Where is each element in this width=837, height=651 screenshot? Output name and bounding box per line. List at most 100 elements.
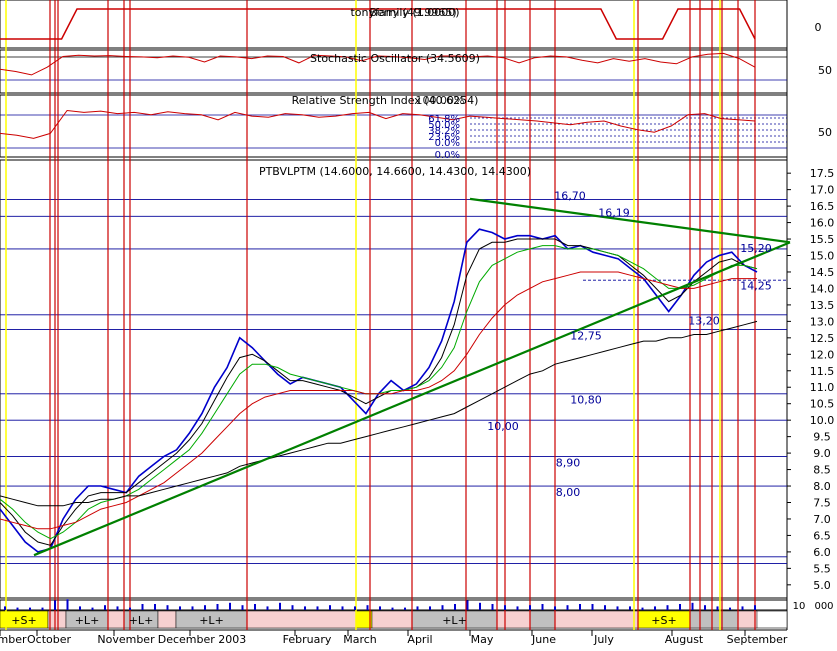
signal-block-1 bbox=[47, 610, 67, 629]
volume-bar-7 bbox=[91, 607, 94, 610]
volume-bar-30 bbox=[379, 606, 381, 610]
volume-bar-17 bbox=[216, 604, 219, 610]
x-tick-1: October bbox=[27, 633, 71, 646]
level-label-1: 16,19 bbox=[598, 206, 630, 219]
price-ytick-11: 10.5 bbox=[810, 398, 835, 411]
volume-bar-54 bbox=[679, 604, 681, 610]
volume-bar-15 bbox=[191, 606, 194, 610]
volume-bar-58 bbox=[729, 607, 731, 610]
level-label-3: 14,25 bbox=[740, 279, 772, 292]
volume-bar-38 bbox=[479, 602, 481, 610]
signal-label-3: +L+ bbox=[199, 614, 224, 627]
price-ytick-0: 5.0 bbox=[813, 579, 831, 592]
price-ytick-2: 6.0 bbox=[813, 546, 831, 559]
price-ytick-19: 14.5 bbox=[810, 266, 835, 279]
volume-bar-31 bbox=[391, 607, 394, 610]
volume-bar-48 bbox=[604, 605, 606, 610]
price-ytick-13: 11.5 bbox=[810, 365, 835, 378]
volume-bar-36 bbox=[454, 604, 456, 610]
price-ytick-10: 10.0 bbox=[810, 414, 835, 427]
volume-bar-21 bbox=[266, 606, 269, 610]
signal-label-2: +L+ bbox=[129, 614, 154, 627]
signal-block-16 bbox=[737, 610, 758, 629]
volume-bar-20 bbox=[254, 604, 256, 610]
volume-bar-3 bbox=[41, 607, 44, 610]
volume-bar-25 bbox=[316, 606, 319, 610]
volume-bar-11 bbox=[141, 604, 144, 610]
price-ytick-18: 14.0 bbox=[810, 282, 835, 295]
volume-bar-47 bbox=[591, 604, 594, 610]
volume-bar-9 bbox=[116, 606, 119, 610]
volume-bar-35 bbox=[441, 605, 444, 610]
level-label-5: 12,75 bbox=[570, 329, 602, 342]
x-tick-9: July bbox=[593, 633, 614, 646]
price-ytick-25: 17.5 bbox=[810, 167, 835, 180]
level-label-0: 16,70 bbox=[554, 190, 586, 203]
fib-label-4: 0.0% bbox=[435, 138, 460, 149]
level-label-2: 15,20 bbox=[740, 242, 772, 255]
chart-root: tonyfamily (1.0000) Berry (49.9965) 0 Stoch… bbox=[0, 0, 837, 647]
price-ytick-15: 12.5 bbox=[810, 332, 835, 345]
volume-bar-10 bbox=[129, 607, 131, 610]
level-label-4: 13,20 bbox=[688, 315, 720, 328]
price-ytick-3: 6.5 bbox=[813, 529, 831, 542]
volume-bar-50 bbox=[629, 606, 631, 610]
x-tick-11: September bbox=[727, 633, 788, 646]
price-ytick-7: 8.5 bbox=[813, 464, 831, 477]
x-tick-6: April bbox=[407, 633, 432, 646]
signal-block-15 bbox=[689, 610, 739, 629]
x-tick-3: December 2003 bbox=[158, 633, 247, 646]
volume-bar-37 bbox=[466, 600, 469, 610]
price-ytick-4: 7.0 bbox=[813, 513, 831, 526]
price-ytick-1: 5.5 bbox=[813, 562, 831, 575]
volume-bar-40 bbox=[504, 605, 506, 610]
volume-ytick-1: 000 bbox=[814, 601, 833, 612]
volume-bar-32 bbox=[404, 607, 406, 610]
volume-bar-44 bbox=[554, 606, 556, 610]
volume-bar-51 bbox=[641, 607, 644, 610]
signal-block-13 bbox=[554, 610, 639, 629]
price-ytick-21: 15.5 bbox=[810, 233, 835, 246]
volume-bar-39 bbox=[491, 604, 494, 610]
signal-block-7 bbox=[246, 610, 357, 629]
volume-bar-42 bbox=[529, 605, 531, 610]
level-label-6: 10,80 bbox=[570, 394, 602, 407]
volume-bar-29 bbox=[366, 605, 369, 610]
signal-label-4: +L+ bbox=[442, 614, 467, 627]
volume-bar-49 bbox=[616, 606, 619, 610]
level-label-9: 8,00 bbox=[556, 486, 581, 499]
signal-block-9 bbox=[371, 610, 413, 629]
volume-bar-14 bbox=[179, 606, 181, 610]
volume-bar-43 bbox=[541, 604, 544, 610]
price-ytick-12: 11.0 bbox=[810, 381, 835, 394]
price-ytick-22: 16.0 bbox=[810, 217, 835, 230]
stock-chart: tonyfamily (1.0000)Berry (49.9965)0Stoch… bbox=[0, 0, 835, 646]
signal-label-1: +L+ bbox=[75, 614, 100, 627]
volume-bar-23 bbox=[291, 605, 294, 610]
x-tick-7: May bbox=[471, 633, 494, 646]
volume-bar-16 bbox=[204, 605, 206, 610]
volume-bar-46 bbox=[579, 604, 581, 610]
signal-label-0: +S+ bbox=[11, 614, 36, 627]
volume-bar-56 bbox=[704, 605, 706, 610]
volume-bar-5 bbox=[66, 599, 69, 610]
signal-block-3 bbox=[107, 610, 125, 629]
volume-bar-0 bbox=[4, 606, 6, 610]
stoch-title: Stochastic Oscillator (34.5609) bbox=[310, 52, 480, 65]
x-tick-2: November bbox=[97, 633, 155, 646]
price-title: PTBVLPTM (14.6000, 14.6600, 14.4300, 14.… bbox=[259, 165, 531, 178]
level-label-7: 10,00 bbox=[487, 420, 519, 433]
volume-bar-19 bbox=[241, 605, 244, 610]
volume-bar-57 bbox=[716, 606, 719, 610]
price-ytick-20: 15.0 bbox=[810, 250, 835, 263]
volume-bar-26 bbox=[329, 605, 331, 610]
volume-bar-59 bbox=[741, 606, 744, 610]
volume-bar-52 bbox=[654, 606, 656, 610]
volume-bar-18 bbox=[229, 602, 231, 610]
signal-block-12 bbox=[529, 610, 556, 629]
fib-label-zero: 0.0% bbox=[435, 150, 460, 161]
x-tick-4: February bbox=[283, 633, 332, 646]
x-tick-0: mber bbox=[0, 633, 27, 646]
price-ytick-5: 7.5 bbox=[813, 496, 831, 509]
volume-bar-45 bbox=[566, 605, 569, 610]
